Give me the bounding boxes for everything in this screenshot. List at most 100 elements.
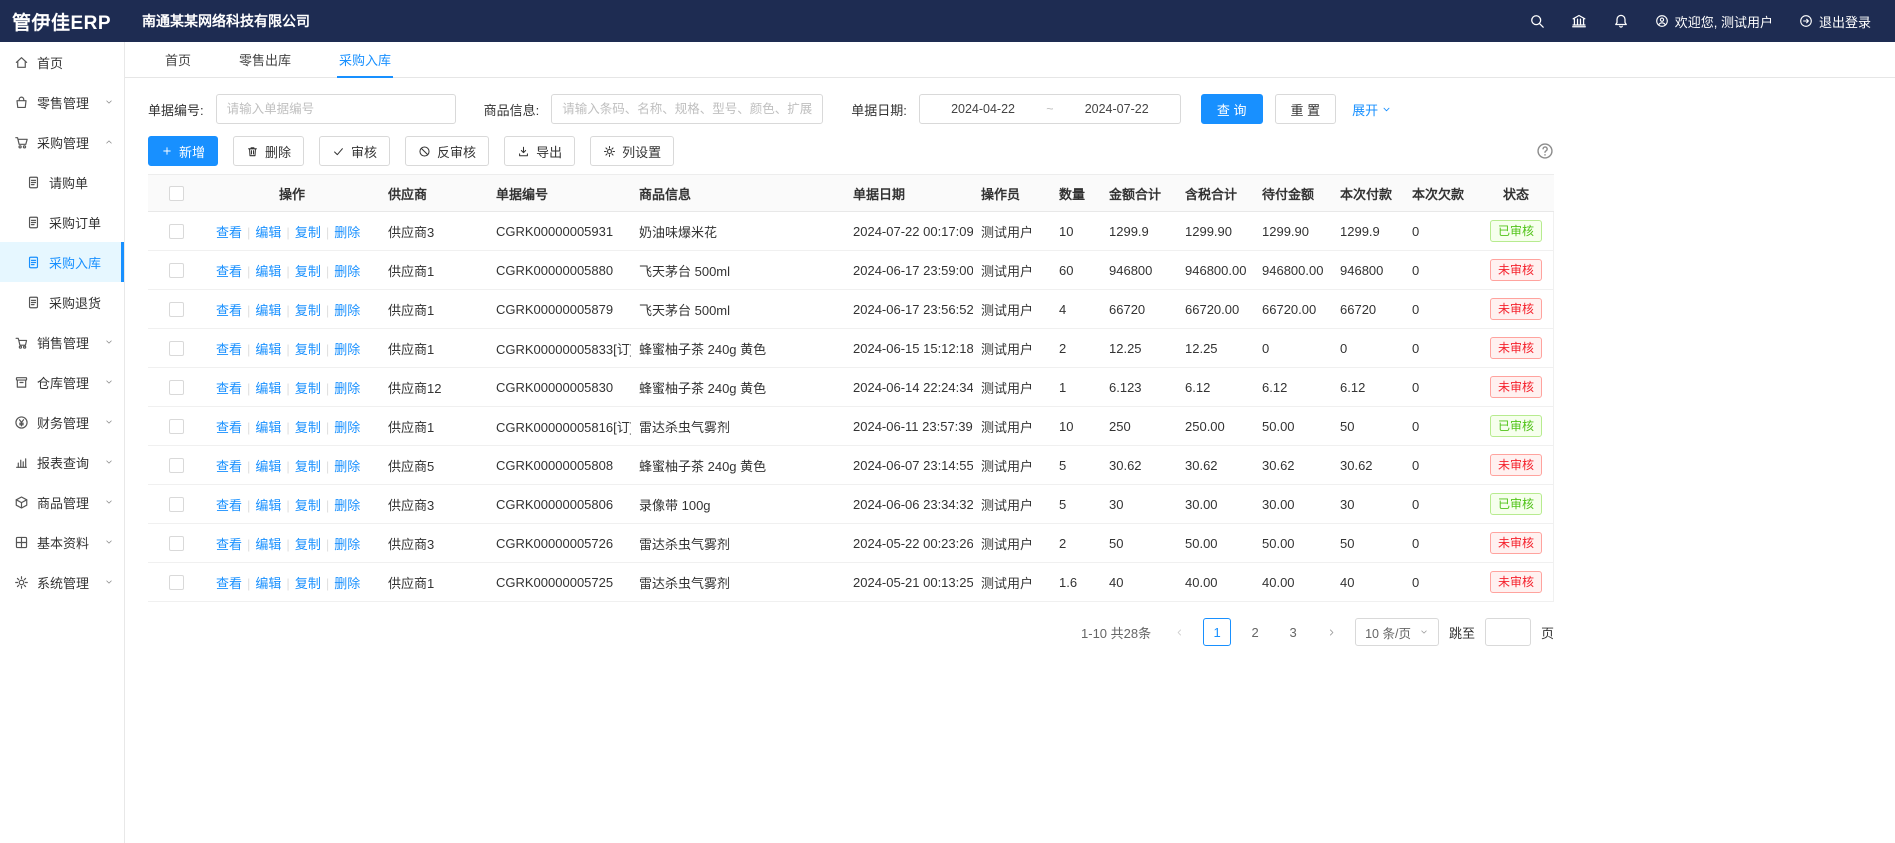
row-checkbox[interactable] (169, 341, 184, 356)
bell-icon[interactable] (1613, 13, 1629, 29)
tab-purchase-inbound[interactable]: 采购入库 (337, 42, 393, 78)
sidebar-item-purchase[interactable]: 采购管理 (0, 122, 124, 162)
row-action-edit[interactable]: 编辑 (255, 225, 281, 240)
sidebar-item-sales[interactable]: 销售管理 (0, 322, 124, 362)
row-action-delete[interactable]: 删除 (334, 498, 360, 513)
action-separator: | (326, 264, 329, 279)
sidebar-item-purchase-inbound[interactable]: 采购入库 (0, 242, 124, 282)
date-range-picker[interactable]: 2024-04-22 ~ 2024-07-22 (919, 94, 1181, 124)
row-action-view[interactable]: 查看 (216, 459, 242, 474)
row-action-copy[interactable]: 复制 (295, 498, 321, 513)
row-action-edit[interactable]: 编辑 (255, 420, 281, 435)
jump-page-input[interactable] (1485, 618, 1531, 646)
sidebar-item-basic[interactable]: 基本资料 (0, 522, 124, 562)
add-button[interactable]: 新增 (148, 136, 218, 166)
export-button[interactable]: 导出 (504, 136, 575, 166)
audit-button[interactable]: 审核 (319, 136, 390, 166)
row-action-view[interactable]: 查看 (216, 498, 242, 513)
trash-icon (246, 145, 259, 158)
row-action-delete[interactable]: 删除 (334, 381, 360, 396)
row-checkbox[interactable] (169, 263, 184, 278)
row-action-view[interactable]: 查看 (216, 342, 242, 357)
row-action-view[interactable]: 查看 (216, 537, 242, 552)
search-button[interactable]: 查 询 (1201, 94, 1263, 124)
row-action-delete[interactable]: 删除 (334, 576, 360, 591)
row-action-view[interactable]: 查看 (216, 576, 242, 591)
sidebar-item-purchase-order[interactable]: 采购订单 (0, 202, 124, 242)
date-end-value[interactable]: 2024-07-22 (1085, 102, 1149, 116)
date-start-value[interactable]: 2024-04-22 (951, 102, 1015, 116)
row-checkbox[interactable] (169, 380, 184, 395)
delete-button[interactable]: 删除 (233, 136, 304, 166)
row-action-view[interactable]: 查看 (216, 264, 242, 279)
sidebar-item-home[interactable]: 首页 (0, 42, 124, 82)
sidebar-item-warehouse[interactable]: 仓库管理 (0, 362, 124, 402)
row-action-copy[interactable]: 复制 (295, 342, 321, 357)
row-action-view[interactable]: 查看 (216, 420, 242, 435)
row-action-edit[interactable]: 编辑 (255, 537, 281, 552)
row-action-view[interactable]: 查看 (216, 225, 242, 240)
row-action-edit[interactable]: 编辑 (255, 381, 281, 396)
row-checkbox[interactable] (169, 302, 184, 317)
row-action-copy[interactable]: 复制 (295, 303, 321, 318)
row-action-edit[interactable]: 编辑 (255, 498, 281, 513)
sidebar-item-report[interactable]: 报表查询 (0, 442, 124, 482)
row-action-copy[interactable]: 复制 (295, 459, 321, 474)
row-action-delete[interactable]: 删除 (334, 303, 360, 318)
row-action-copy[interactable]: 复制 (295, 381, 321, 396)
search-icon[interactable] (1529, 13, 1545, 29)
row-action-edit[interactable]: 编辑 (255, 342, 281, 357)
column-settings-button[interactable]: 列设置 (590, 136, 674, 166)
cell-amount: 50 (1101, 524, 1177, 563)
unaudit-button[interactable]: 反审核 (405, 136, 489, 166)
page-button-1[interactable]: 1 (1203, 618, 1231, 646)
goods-info-input[interactable] (551, 94, 823, 124)
row-action-edit[interactable]: 编辑 (255, 303, 281, 318)
sidebar-item-goods[interactable]: 商品管理 (0, 482, 124, 522)
row-checkbox[interactable] (169, 419, 184, 434)
row-action-edit[interactable]: 编辑 (255, 576, 281, 591)
bank-icon[interactable] (1571, 13, 1587, 29)
welcome-user[interactable]: 欢迎您, 测试用户 (1655, 12, 1773, 31)
sidebar-item-purchase-return[interactable]: 采购退货 (0, 282, 124, 322)
row-action-copy[interactable]: 复制 (295, 225, 321, 240)
page-size-select[interactable]: 10 条/页 (1355, 618, 1439, 646)
page-button-2[interactable]: 2 (1241, 618, 1269, 646)
row-action-delete[interactable]: 删除 (334, 420, 360, 435)
row-action-view[interactable]: 查看 (216, 381, 242, 396)
cell-operator: 测试用户 (973, 329, 1051, 368)
row-action-edit[interactable]: 编辑 (255, 264, 281, 279)
row-action-delete[interactable]: 删除 (334, 459, 360, 474)
logout-button[interactable]: 退出登录 (1799, 12, 1871, 31)
prev-page-button[interactable] (1165, 618, 1193, 646)
row-checkbox[interactable] (169, 497, 184, 512)
page-button-3[interactable]: 3 (1279, 618, 1307, 646)
bill-no-input[interactable] (216, 94, 456, 124)
row-action-copy[interactable]: 复制 (295, 537, 321, 552)
help-icon[interactable] (1536, 142, 1554, 160)
tab-retail-outbound[interactable]: 零售出库 (237, 42, 293, 78)
sidebar-item-retail[interactable]: 零售管理 (0, 82, 124, 122)
row-checkbox[interactable] (169, 224, 184, 239)
expand-link[interactable]: 展开 (1352, 100, 1392, 119)
cell-supplier: 供应商1 (380, 407, 488, 446)
row-checkbox[interactable] (169, 575, 184, 590)
next-page-button[interactable] (1317, 618, 1345, 646)
row-action-edit[interactable]: 编辑 (255, 459, 281, 474)
row-checkbox[interactable] (169, 536, 184, 551)
row-action-delete[interactable]: 删除 (334, 225, 360, 240)
sidebar-item-finance[interactable]: 财务管理 (0, 402, 124, 442)
select-all-checkbox[interactable] (169, 186, 184, 201)
tab-home[interactable]: 首页 (163, 42, 193, 78)
sidebar-item-purchase-request[interactable]: 请购单 (0, 162, 124, 202)
row-action-delete[interactable]: 删除 (334, 342, 360, 357)
row-action-view[interactable]: 查看 (216, 303, 242, 318)
row-action-copy[interactable]: 复制 (295, 420, 321, 435)
row-action-delete[interactable]: 删除 (334, 264, 360, 279)
row-checkbox[interactable] (169, 458, 184, 473)
reset-button[interactable]: 重 置 (1275, 94, 1337, 124)
row-action-copy[interactable]: 复制 (295, 264, 321, 279)
row-action-copy[interactable]: 复制 (295, 576, 321, 591)
sidebar-item-system[interactable]: 系统管理 (0, 562, 124, 602)
row-action-delete[interactable]: 删除 (334, 537, 360, 552)
